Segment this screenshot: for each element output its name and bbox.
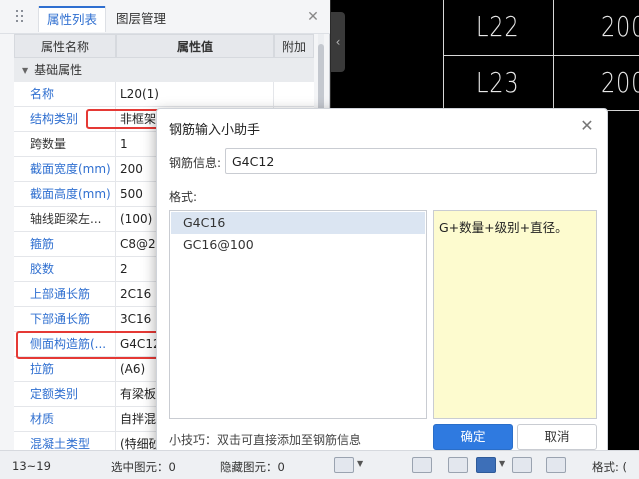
property-add-checkbox[interactable] (274, 82, 314, 106)
section-label: 基础属性 (34, 63, 83, 77)
status-bar: 13~19 选中图元：0 隐藏图元：0 ▼ ▼ 格式: ( (0, 450, 639, 479)
status-format: 格式: ( (592, 460, 628, 474)
panel-tab-bar: 属性列表 图层管理 ✕ (0, 0, 330, 34)
rebar-info-input[interactable] (225, 148, 597, 174)
cad-label: L22 (476, 10, 520, 43)
property-name: 轴线距梁左... (14, 207, 116, 231)
property-name: 跨数量 (14, 132, 116, 156)
tab-property-list[interactable]: 属性列表 (38, 6, 107, 32)
property-value[interactable]: L20(1) (116, 82, 274, 106)
property-name: 箍筋 (14, 232, 116, 256)
cad-label: 200 (601, 10, 639, 43)
tab-layer-management[interactable]: 图层管理 (108, 6, 174, 32)
collapse-panel-chevron-left-icon[interactable]: ‹ (331, 12, 345, 72)
close-icon[interactable]: ✕ (306, 10, 320, 24)
property-name: 拉筋 (14, 357, 116, 381)
snap-mode-icon[interactable] (412, 457, 432, 473)
cad-grid-line (553, 0, 554, 120)
cad-label: L23 (476, 66, 520, 99)
section-basic-properties[interactable]: ▼ 基础属性 (14, 58, 314, 82)
format-item[interactable]: GC16@100 (171, 234, 425, 256)
chevron-down-icon[interactable]: ▼ (499, 459, 505, 468)
drag-handle-icon[interactable] (16, 10, 26, 24)
select-mode-icon[interactable] (334, 457, 354, 473)
tip-text: 小技巧：双击可直接添加至钢筋信息 (169, 433, 362, 447)
status-selected-count: 选中图元：0 (111, 460, 176, 474)
close-icon[interactable]: ✕ (579, 118, 595, 134)
grid-mode-icon[interactable] (448, 457, 468, 473)
cad-grid-line (443, 55, 639, 56)
property-name: 材质 (14, 407, 116, 431)
ok-button[interactable]: 确定 (433, 424, 513, 450)
property-name: 定额类别 (14, 382, 116, 406)
view-icon[interactable] (546, 457, 566, 473)
scrollbar-thumb[interactable] (318, 44, 324, 114)
cad-label: 200 (601, 66, 639, 99)
rebar-input-assistant-dialog: 钢筋输入小助手 ✕ 钢筋信息: 格式: G4C16 GC16@100 G+数量+… (156, 108, 608, 454)
property-name: 下部通长筋 (14, 307, 116, 331)
dialog-title: 钢筋输入小助手 (169, 123, 261, 138)
cad-grid-line (443, 0, 444, 120)
format-description: G+数量+级别+直径。 (433, 210, 597, 419)
property-name: 名称 (14, 82, 116, 106)
chevron-down-icon[interactable]: ▼ (357, 459, 363, 468)
status-hidden-count: 隐藏图元：0 (220, 460, 285, 474)
property-name: 胶数 (14, 257, 116, 281)
property-row[interactable]: 名称 L20(1) (14, 82, 314, 107)
format-item-selected[interactable]: G4C16 (171, 212, 425, 234)
rebar-info-label: 钢筋信息: (169, 156, 222, 170)
property-name: 截面高度(mm) (14, 182, 116, 206)
layer-icon[interactable] (512, 457, 532, 473)
status-range: 13~19 (12, 459, 51, 473)
property-name: 上部通长筋 (14, 282, 116, 306)
format-label: 格式: (169, 190, 198, 204)
property-name: 截面宽度(mm) (14, 157, 116, 181)
display-mode-icon[interactable] (476, 457, 496, 473)
column-header-value: 属性值 (116, 34, 274, 58)
caret-down-icon: ▼ (22, 66, 29, 75)
column-header-name: 属性名称 (14, 34, 116, 58)
column-header-add: 附加 (274, 34, 314, 58)
format-list[interactable]: G4C16 GC16@100 (169, 210, 427, 419)
cancel-button[interactable]: 取消 (517, 424, 597, 450)
